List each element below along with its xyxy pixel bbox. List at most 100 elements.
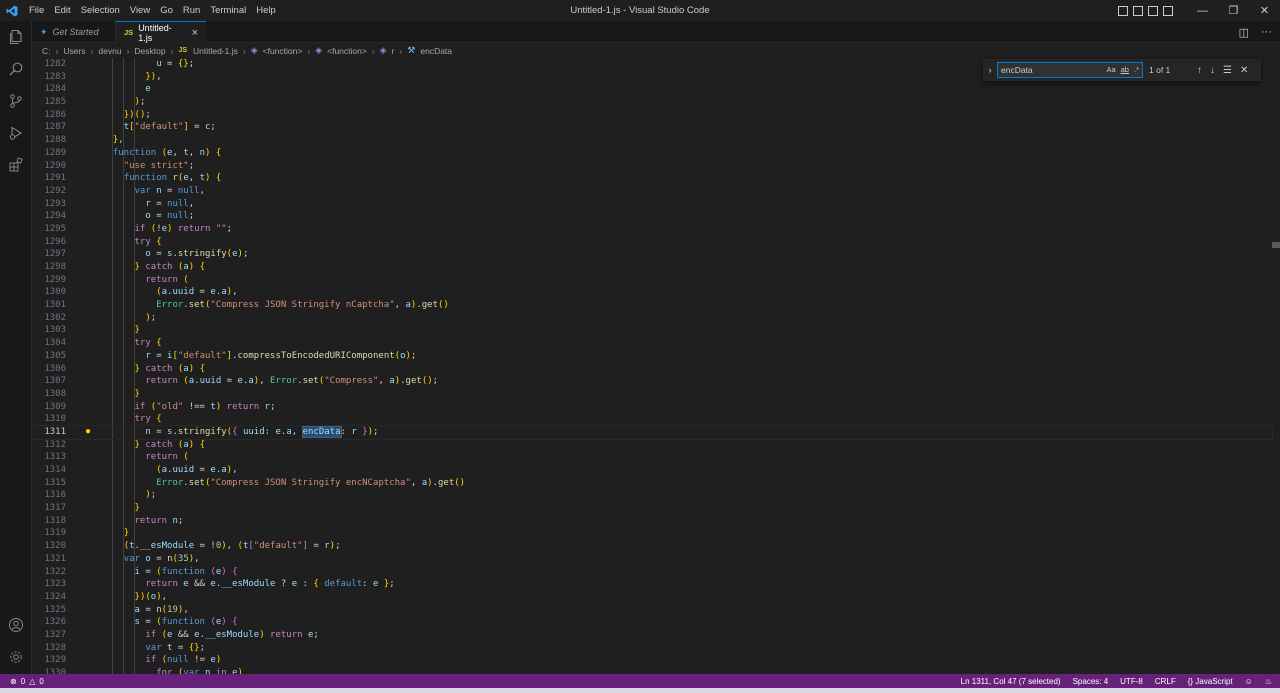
code-line[interactable]: 1303 } bbox=[32, 324, 1272, 337]
menu-view[interactable]: View bbox=[125, 0, 155, 21]
manage-gear-icon[interactable] bbox=[0, 641, 32, 673]
code-line[interactable]: 1299 return ( bbox=[32, 274, 1272, 287]
code-line[interactable]: 1297 o = s.stringify(e); bbox=[32, 248, 1272, 261]
restore-button[interactable]: ❐ bbox=[1218, 0, 1249, 21]
notifications-bell-icon[interactable]: ♨ bbox=[1265, 677, 1272, 686]
problems-indicator[interactable]: ⊗ 0 △ 0 bbox=[0, 677, 44, 686]
code-line[interactable]: 1329 if (null != e) bbox=[32, 654, 1272, 667]
menu-terminal[interactable]: Terminal bbox=[205, 0, 251, 21]
close-find-icon[interactable]: ✕ bbox=[1240, 65, 1248, 76]
find-input[interactable]: encData Aa ab .* bbox=[997, 62, 1143, 78]
toggle-secondary-sidebar-icon[interactable] bbox=[1148, 5, 1158, 16]
code-line[interactable]: 1284 e bbox=[32, 83, 1272, 96]
code-line[interactable]: 1326 s = (function (e) { bbox=[32, 616, 1272, 629]
tab-untitled-1-js[interactable]: JS Untitled-1.js × bbox=[116, 21, 206, 43]
match-whole-word-toggle[interactable]: ab bbox=[1121, 65, 1129, 74]
code-line[interactable]: 1306 } catch (a) { bbox=[32, 363, 1272, 376]
find-in-selection-icon[interactable]: ☰ bbox=[1223, 65, 1232, 76]
code-line[interactable]: 1305 r = i["default"].compressToEncodedU… bbox=[32, 350, 1272, 363]
code-line[interactable]: 1294 o = null; bbox=[32, 210, 1272, 223]
code-line[interactable]: 1302 ); bbox=[32, 312, 1272, 325]
code-line[interactable]: 1323 return e && e.__esModule ? e : { de… bbox=[32, 578, 1272, 591]
code-line[interactable]: 1301 Error.set("Compress JSON Stringify … bbox=[32, 299, 1272, 312]
breadcrumb-desktop[interactable]: Desktop bbox=[134, 46, 165, 56]
breadcrumb-users[interactable]: Users bbox=[63, 46, 85, 56]
breadcrumb-file[interactable]: Untitled-1.js bbox=[193, 46, 238, 56]
customize-layout-icon[interactable] bbox=[1163, 5, 1173, 16]
code-line[interactable]: 1286 })(); bbox=[32, 109, 1272, 122]
language-mode[interactable]: {} JavaScript bbox=[1188, 677, 1233, 686]
code-line[interactable]: 1316 ); bbox=[32, 489, 1272, 502]
code-line[interactable]: 1320 (t.__esModule = !0), (t["default"] … bbox=[32, 540, 1272, 553]
code-line[interactable]: 1291 function r(e, t) { bbox=[32, 172, 1272, 185]
code-line-current[interactable]: 1311 n = s.stringify({ uuid: e.a, encDat… bbox=[32, 424, 1273, 440]
use-regex-toggle[interactable]: .* bbox=[1134, 65, 1139, 74]
extensions-icon[interactable] bbox=[0, 149, 32, 181]
menu-selection[interactable]: Selection bbox=[76, 0, 125, 21]
scrollbar-find-marker[interactable] bbox=[1272, 242, 1280, 248]
toggle-replace-chevron-icon[interactable]: › bbox=[983, 65, 997, 75]
breadcrumb-function-r[interactable]: r bbox=[392, 46, 395, 56]
indentation[interactable]: Spaces: 4 bbox=[1073, 677, 1109, 686]
code-line[interactable]: 1307 return (a.uuid = e.a), Error.set("C… bbox=[32, 375, 1272, 388]
code-line[interactable]: 1292 var n = null, bbox=[32, 185, 1272, 198]
run-debug-icon[interactable] bbox=[0, 117, 32, 149]
split-editor-icon[interactable]: ◫ bbox=[1239, 26, 1249, 39]
code-line[interactable]: 1328 var t = {}; bbox=[32, 642, 1272, 655]
breadcrumb-devnu[interactable]: devnu bbox=[98, 46, 121, 56]
code-line[interactable]: 1315 Error.set("Compress JSON Stringify … bbox=[32, 477, 1272, 490]
code-line[interactable]: 1314 (a.uuid = e.a), bbox=[32, 464, 1272, 477]
code-line[interactable]: 1287 t["default"] = c; bbox=[32, 121, 1272, 134]
cursor-position[interactable]: Ln 1311, Col 47 (7 selected) bbox=[961, 677, 1061, 686]
code-line[interactable]: 1325 a = n(19), bbox=[32, 604, 1272, 617]
menu-file[interactable]: File bbox=[24, 0, 49, 21]
match-case-toggle[interactable]: Aa bbox=[1106, 65, 1115, 74]
source-control-icon[interactable] bbox=[0, 85, 32, 117]
code-line[interactable]: 1330 for (var n in e) bbox=[32, 667, 1272, 674]
code-line[interactable]: 1322 i = (function (e) { bbox=[32, 566, 1272, 579]
code-line[interactable]: 1293 r = null, bbox=[32, 198, 1272, 211]
menu-go[interactable]: Go bbox=[155, 0, 178, 21]
code-line[interactable]: 1298 } catch (a) { bbox=[32, 261, 1272, 274]
code-line[interactable]: 1312 } catch (a) { bbox=[32, 439, 1272, 452]
explorer-icon[interactable] bbox=[0, 21, 32, 53]
search-icon[interactable] bbox=[0, 53, 32, 85]
end-of-line[interactable]: CRLF bbox=[1155, 677, 1176, 686]
breadcrumb-encdata[interactable]: encData bbox=[420, 46, 452, 56]
code-line[interactable]: 1295 if (!e) return ""; bbox=[32, 223, 1272, 236]
file-encoding[interactable]: UTF-8 bbox=[1120, 677, 1143, 686]
code-line[interactable]: 1313 return ( bbox=[32, 451, 1272, 464]
menu-edit[interactable]: Edit bbox=[49, 0, 75, 21]
code-line[interactable]: 1327 if (e && e.__esModule) return e; bbox=[32, 629, 1272, 642]
more-actions-icon[interactable]: ··· bbox=[1261, 26, 1272, 38]
previous-match-arrow-up-icon[interactable]: ↑ bbox=[1197, 65, 1202, 76]
code-line[interactable]: 1296 try { bbox=[32, 236, 1272, 249]
close-tab-icon[interactable]: × bbox=[192, 27, 198, 39]
code-editor[interactable]: 1282 u = {}; 1283 }), 1284 e 1285 ); 1286 })… bbox=[32, 58, 1280, 674]
next-match-arrow-down-icon[interactable]: ↓ bbox=[1210, 65, 1215, 76]
lightbulb-icon[interactable]: ● bbox=[82, 426, 94, 438]
minimize-button[interactable]: — bbox=[1187, 0, 1218, 21]
code-line[interactable]: 1324 })(o), bbox=[32, 591, 1272, 604]
toggle-primary-sidebar-icon[interactable] bbox=[1118, 5, 1128, 16]
code-line[interactable]: 1321 var o = n(35), bbox=[32, 553, 1272, 566]
tab-get-started[interactable]: ✦ Get Started bbox=[32, 21, 116, 43]
code-line[interactable]: 1318 return n; bbox=[32, 515, 1272, 528]
breadcrumb-drive[interactable]: C: bbox=[42, 46, 51, 56]
code-line[interactable]: 1308 } bbox=[32, 388, 1272, 401]
breadcrumb-function-2[interactable]: <function> bbox=[327, 46, 367, 56]
code-line[interactable]: 1288 }, bbox=[32, 134, 1272, 147]
code-line[interactable]: 1300 (a.uuid = e.a), bbox=[32, 286, 1272, 299]
toggle-panel-icon[interactable] bbox=[1133, 5, 1143, 16]
menu-run[interactable]: Run bbox=[178, 0, 205, 21]
code-line[interactable]: 1309 if ("old" !== t) return r; bbox=[32, 401, 1272, 414]
close-window-button[interactable]: ✕ bbox=[1249, 0, 1280, 21]
feedback-icon[interactable]: ☺ bbox=[1245, 677, 1253, 686]
code-line[interactable]: 1289 function (e, t, n) { bbox=[32, 147, 1272, 160]
code-line[interactable]: 1304 try { bbox=[32, 337, 1272, 350]
code-line[interactable]: 1290 "use strict"; bbox=[32, 160, 1272, 173]
code-line[interactable]: 1285 ); bbox=[32, 96, 1272, 109]
breadcrumb-function-1[interactable]: <function> bbox=[263, 46, 303, 56]
code-line[interactable]: 1310 try { bbox=[32, 413, 1272, 426]
accounts-icon[interactable] bbox=[0, 609, 32, 641]
